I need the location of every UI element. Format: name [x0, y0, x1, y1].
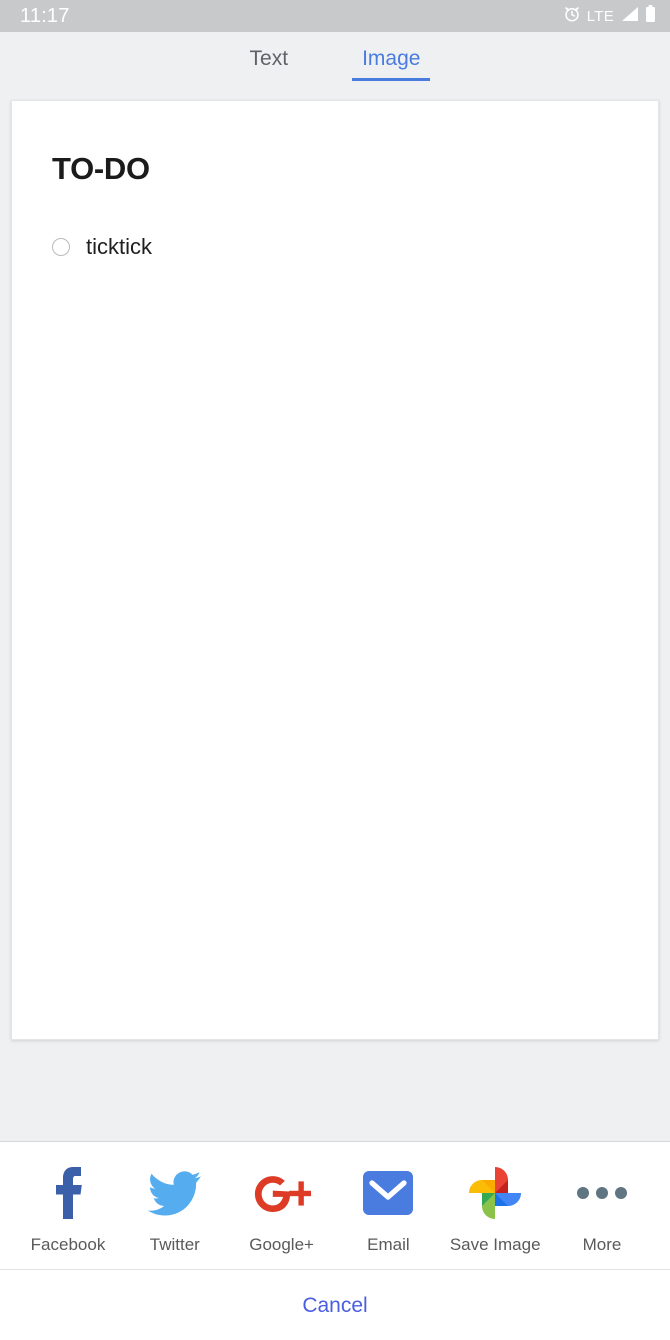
share-target-facebook[interactable]: Facebook [16, 1164, 120, 1253]
share-target-google-plus[interactable]: Google+ [230, 1164, 334, 1253]
share-target-email[interactable]: Email [336, 1164, 440, 1253]
share-target-label: Facebook [30, 1235, 106, 1254]
twitter-icon [146, 1164, 204, 1222]
share-target-label: More [582, 1235, 622, 1254]
share-target-label: Email [367, 1235, 410, 1254]
share-target-label: Save Image [449, 1235, 541, 1254]
status-bar-indicators: LTE [563, 4, 656, 28]
share-target-more[interactable]: More [550, 1164, 654, 1253]
tab-bar: Text Image [0, 32, 670, 100]
task-checkbox-unchecked-icon[interactable] [52, 238, 70, 256]
network-type-label: LTE [586, 7, 614, 25]
cancel-button[interactable]: Cancel [0, 1270, 670, 1340]
email-icon [359, 1164, 417, 1222]
battery-icon [645, 4, 656, 28]
more-dot-2 [595, 1187, 608, 1199]
facebook-icon [39, 1164, 97, 1222]
more-dot-1 [576, 1187, 589, 1199]
task-label: ticktick [86, 234, 152, 259]
list-item[interactable]: ticktick [52, 236, 618, 258]
tab-image[interactable]: Image [352, 47, 431, 81]
tab-image-label: Image [362, 47, 421, 70]
task-list: ticktick [52, 236, 618, 258]
alarm-icon [563, 5, 581, 28]
share-target-list: Facebook Twitter Google+ Email Save Imag… [0, 1142, 670, 1269]
note-title: TO-DO [52, 151, 150, 186]
google-plus-icon [253, 1164, 311, 1222]
tab-text-label: Text [249, 47, 289, 70]
share-target-twitter[interactable]: Twitter [123, 1164, 227, 1253]
active-tab-indicator [352, 78, 431, 81]
status-bar-clock: 11:17 [20, 5, 70, 27]
signal-icon [620, 6, 639, 27]
more-dot-3 [614, 1187, 627, 1199]
share-sheet: Facebook Twitter Google+ Email Save Imag… [0, 1141, 670, 1340]
share-target-label: Twitter [149, 1235, 200, 1254]
more-dots-icon [573, 1164, 631, 1222]
google-photos-icon [466, 1164, 524, 1222]
note-preview-card: TO-DO ticktick [11, 100, 659, 1040]
note-preview-wrap: TO-DO ticktick [0, 100, 670, 1040]
cancel-button-label: Cancel [302, 1293, 368, 1317]
status-bar: 11:17 LTE [0, 0, 670, 32]
share-target-label: Google+ [249, 1235, 314, 1254]
share-target-save-image[interactable]: Save Image [443, 1164, 547, 1253]
tab-text[interactable]: Text [240, 48, 299, 81]
